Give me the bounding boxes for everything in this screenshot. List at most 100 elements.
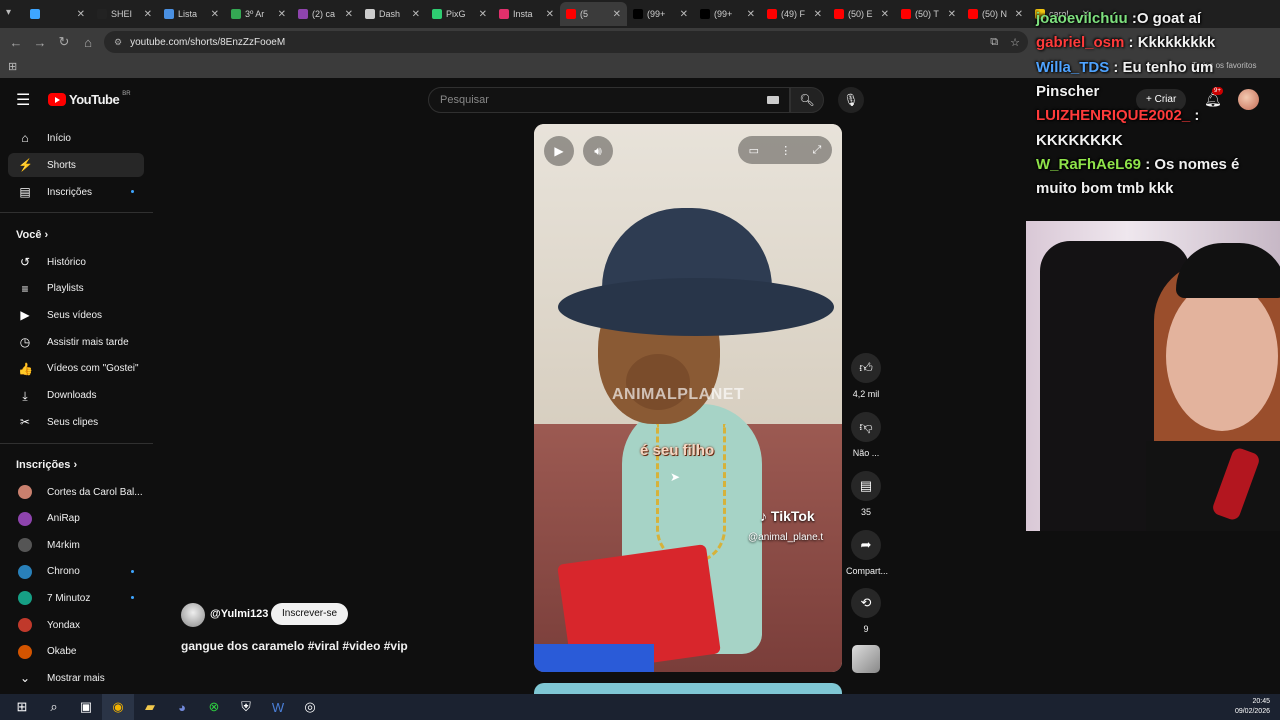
- subscriptions-section-title[interactable]: Inscrições ›: [16, 459, 77, 471]
- browser-tab[interactable]: (2) ca ✕: [292, 2, 359, 26]
- back-icon[interactable]: ←: [4, 35, 28, 50]
- subscription-item[interactable]: Yondax: [8, 613, 144, 637]
- subscription-item[interactable]: 7 Minutoz: [8, 586, 144, 610]
- notifications-button[interactable]: 🔔︎ 9+: [1204, 87, 1223, 108]
- tab-close-icon[interactable]: ✕: [814, 9, 822, 20]
- install-app-icon[interactable]: ⧉: [990, 36, 998, 49]
- tab-close-icon[interactable]: ✕: [144, 9, 152, 20]
- forward-icon[interactable]: →: [28, 35, 52, 50]
- browser-tab[interactable]: (99+ ✕: [694, 2, 761, 26]
- start-icon[interactable]: ⊞: [6, 694, 38, 720]
- you-section-title[interactable]: Você ›: [16, 229, 48, 241]
- subscription-item[interactable]: Chrono: [8, 560, 144, 584]
- like-action[interactable]: 👍︎ 4,2 mil: [846, 353, 886, 399]
- next-short-preview[interactable]: [534, 683, 842, 694]
- search-button[interactable]: 🔍︎: [790, 87, 824, 113]
- keyboard-icon[interactable]: [767, 96, 779, 104]
- tab-close-icon[interactable]: ✕: [747, 9, 755, 20]
- word-icon[interactable]: W: [262, 694, 294, 720]
- comments-action[interactable]: ▤ 35: [846, 471, 886, 517]
- sidebar-item[interactable]: ⌂ Início: [8, 126, 144, 150]
- tab-close-icon[interactable]: ✕: [278, 9, 286, 20]
- voice-search-button[interactable]: 🎙︎: [838, 87, 864, 113]
- fullscreen-icon[interactable]: ⤢: [813, 144, 822, 157]
- bookmark-star-icon[interactable]: ☆: [1010, 36, 1020, 49]
- sidebar-item[interactable]: ◷ Assistir mais tarde: [8, 330, 144, 354]
- tab-close-icon[interactable]: ✕: [345, 9, 353, 20]
- system-clock[interactable]: 20:45 09/02/2026: [1235, 697, 1270, 717]
- comment-icon[interactable]: ▤: [851, 471, 881, 501]
- dislike-icon[interactable]: 👎︎: [851, 412, 881, 442]
- share-icon[interactable]: ➦: [851, 530, 881, 560]
- youtube-logo[interactable]: YouTube BR: [48, 91, 131, 107]
- volume-button[interactable]: 🔊︎: [583, 136, 613, 166]
- tab-close-icon[interactable]: ✕: [479, 9, 487, 20]
- browser-tab[interactable]: PixG ✕: [426, 2, 493, 26]
- remix-icon[interactable]: ⟲: [851, 588, 881, 618]
- channel-name[interactable]: @Yulmi123: [210, 608, 268, 620]
- menu-icon[interactable]: ☰: [16, 90, 30, 110]
- browser-tab[interactable]: SHEI ✕: [91, 2, 158, 26]
- tab-close-icon[interactable]: ✕: [412, 9, 420, 20]
- share-action[interactable]: ➦ Compart...: [846, 530, 888, 576]
- browser-tab[interactable]: Insta ✕: [493, 2, 560, 26]
- subscription-item[interactable]: M4rkim: [8, 533, 144, 557]
- xbox-icon[interactable]: ⊗: [198, 694, 230, 720]
- tab-close-icon[interactable]: ✕: [1015, 9, 1023, 20]
- sidebar-item[interactable]: ≡ Playlists: [8, 277, 144, 301]
- sidebar-item[interactable]: ⤓ Downloads: [8, 384, 144, 408]
- browser-tab[interactable]: (50) N ✕: [962, 2, 1029, 26]
- file-explorer-icon[interactable]: ▰: [134, 694, 166, 720]
- sidebar-item[interactable]: 👍 Vídeos com "Gostei": [8, 357, 144, 381]
- chrome-icon[interactable]: ◉: [102, 694, 134, 720]
- discord-icon[interactable]: ◕: [166, 694, 198, 720]
- subscription-item[interactable]: Okabe: [8, 640, 144, 664]
- tab-close-icon[interactable]: ✕: [613, 9, 621, 20]
- sidebar-item[interactable]: ▤ Inscrições: [8, 180, 144, 204]
- shorts-video-player[interactable]: ANIMALPLANET é seu filho ♪ TikTok @anima…: [534, 124, 842, 672]
- subscribe-button[interactable]: Inscrever-se: [271, 603, 349, 625]
- dislike-action[interactable]: 👎︎ Não ...: [846, 412, 886, 458]
- security-icon[interactable]: ⛨: [230, 694, 262, 720]
- browser-tab[interactable]: (50) T ✕: [895, 2, 962, 26]
- task-view-icon[interactable]: ▣: [70, 694, 102, 720]
- tab-search-icon[interactable]: ▾: [6, 7, 20, 21]
- account-avatar[interactable]: [1238, 89, 1259, 110]
- sidebar-item[interactable]: ⚡ Shorts: [8, 153, 144, 177]
- sidebar-item[interactable]: ✂ Seus clipes: [8, 410, 144, 434]
- browser-tab[interactable]: (99+ ✕: [627, 2, 694, 26]
- browser-tab[interactable]: 3º Ar ✕: [225, 2, 292, 26]
- sidebar-item[interactable]: ↺ Histórico: [8, 250, 144, 274]
- search-input[interactable]: Pesquisar: [428, 87, 790, 113]
- tab-close-icon[interactable]: ✕: [77, 9, 85, 20]
- browser-tab[interactable]: Lista ✕: [158, 2, 225, 26]
- obs-icon[interactable]: ◎: [294, 694, 326, 720]
- browser-tab[interactable]: Dash ✕: [359, 2, 426, 26]
- tab-close-icon[interactable]: ✕: [680, 9, 688, 20]
- address-bar[interactable]: ⚙ youtube.com/shorts/8EnzZzFooeM ⧉ ☆: [104, 31, 1028, 53]
- play-button[interactable]: ▶: [544, 136, 574, 166]
- browser-tab[interactable]: ✕: [24, 2, 91, 26]
- apps-grid-icon[interactable]: ⊞: [8, 60, 17, 73]
- site-info-icon[interactable]: ⚙: [114, 37, 122, 48]
- more-options-icon[interactable]: ⋮: [780, 144, 791, 157]
- browser-tab[interactable]: (49) F ✕: [761, 2, 828, 26]
- browser-tab[interactable]: (50) E ✕: [828, 2, 895, 26]
- subscription-item[interactable]: AniRap: [8, 507, 144, 531]
- reload-icon[interactable]: ↻: [52, 34, 76, 50]
- subscription-item[interactable]: Cortes da Carol Bal...: [8, 480, 144, 504]
- sidebar-item[interactable]: ⌄ Mostrar mais: [8, 666, 144, 690]
- like-icon[interactable]: 👍︎: [851, 353, 881, 383]
- home-browser-icon[interactable]: ⌂: [76, 35, 100, 50]
- sidebar-item[interactable]: ▶ Seus vídeos: [8, 303, 144, 327]
- sound-thumbnail[interactable]: [852, 645, 880, 673]
- remix-action[interactable]: ⟲ 9: [846, 588, 886, 634]
- tab-close-icon[interactable]: ✕: [546, 9, 554, 20]
- tab-close-icon[interactable]: ✕: [211, 9, 219, 20]
- channel-avatar[interactable]: [181, 603, 205, 627]
- tab-close-icon[interactable]: ✕: [948, 9, 956, 20]
- captions-icon[interactable]: ▭: [749, 144, 759, 157]
- search-taskbar-icon[interactable]: ⌕: [38, 694, 70, 720]
- browser-tab[interactable]: (5 ✕: [560, 2, 627, 26]
- tab-close-icon[interactable]: ✕: [881, 9, 889, 20]
